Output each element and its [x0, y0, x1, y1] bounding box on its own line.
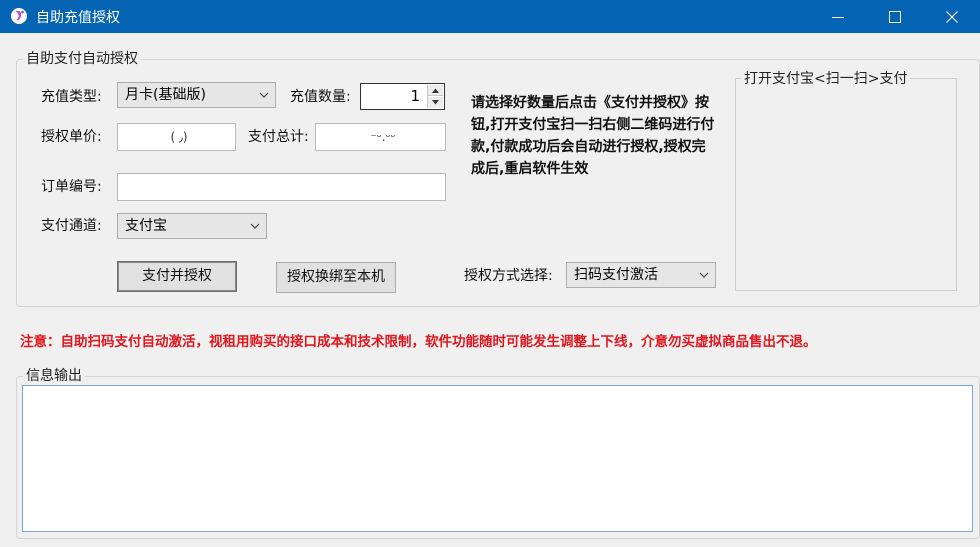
app-logo-icon: [11, 8, 27, 24]
auth-method-select[interactable]: 扫码支付激活: [566, 262, 716, 288]
total-pay-field[interactable]: ⁻ᵕ.ᵕᵕ: [315, 123, 446, 151]
order-no-field[interactable]: [117, 173, 446, 201]
info-output-textarea[interactable]: [22, 385, 973, 532]
close-button[interactable]: [926, 0, 978, 33]
stepper-buttons: [427, 85, 443, 108]
pay-channel-select[interactable]: 支付宝: [117, 213, 267, 239]
recharge-type-value: 月卡(基础版): [125, 87, 206, 103]
pay-channel-label: 支付通道:: [41, 218, 102, 234]
total-pay-value: ⁻ᵕ.ᵕᵕ: [370, 130, 396, 144]
recharge-type-label: 充值类型:: [41, 89, 102, 105]
recharge-type-select[interactable]: 月卡(基础版): [117, 82, 276, 108]
caret-up-icon: [432, 88, 439, 93]
pay-and-authorize-button[interactable]: 支付并授权: [117, 261, 237, 292]
pay-channel-value: 支付宝: [125, 218, 167, 234]
chevron-down-icon: [259, 92, 269, 98]
close-icon: [946, 10, 958, 23]
minimize-button[interactable]: [812, 0, 864, 33]
unit-price-field[interactable]: ( ٫): [117, 123, 236, 151]
recharge-qty-value: 1: [410, 87, 420, 105]
payment-instructions: 请选择好数量后点击《支付并授权》按钮,打开支付宝扫一扫右侧二维码进行付款,付款成…: [471, 95, 715, 177]
rebind-to-this-machine-button[interactable]: 授权换绑至本机: [276, 262, 396, 293]
stepper-up-button[interactable]: [428, 85, 443, 96]
total-pay-label: 支付总计:: [248, 129, 309, 145]
auth-method-label: 授权方式选择:: [464, 268, 553, 284]
qr-code-panel: [735, 78, 957, 291]
output-group-legend: 信息输出: [23, 368, 85, 384]
order-no-label: 订单编号:: [41, 179, 102, 195]
auth-method-value: 扫码支付激活: [574, 267, 658, 283]
chevron-down-icon: [699, 272, 709, 278]
qr-panel-legend: 打开支付宝<扫一扫>支付: [741, 71, 911, 87]
auto-pay-group-legend: 自助支付自动授权: [23, 51, 141, 67]
disclaimer-notice: 注意：自助扫码支付自动激活，视租用购买的接口成本和技术限制，软件功能随时可能发生…: [20, 334, 817, 350]
title-bar[interactable]: 自助充值授权: [0, 0, 980, 33]
minimize-icon: [832, 16, 844, 18]
maximize-button[interactable]: [869, 0, 921, 33]
caret-down-icon: [432, 100, 439, 105]
chevron-down-icon: [250, 223, 260, 229]
maximize-icon: [889, 10, 901, 23]
window-title: 自助充值授权: [36, 10, 120, 26]
unit-price-label: 授权单价:: [41, 129, 102, 145]
recharge-qty-stepper[interactable]: 1: [360, 83, 445, 110]
recharge-qty-label: 充值数量:: [290, 89, 351, 105]
unit-price-value: ( ٫): [170, 130, 188, 144]
stepper-down-button[interactable]: [428, 97, 443, 108]
